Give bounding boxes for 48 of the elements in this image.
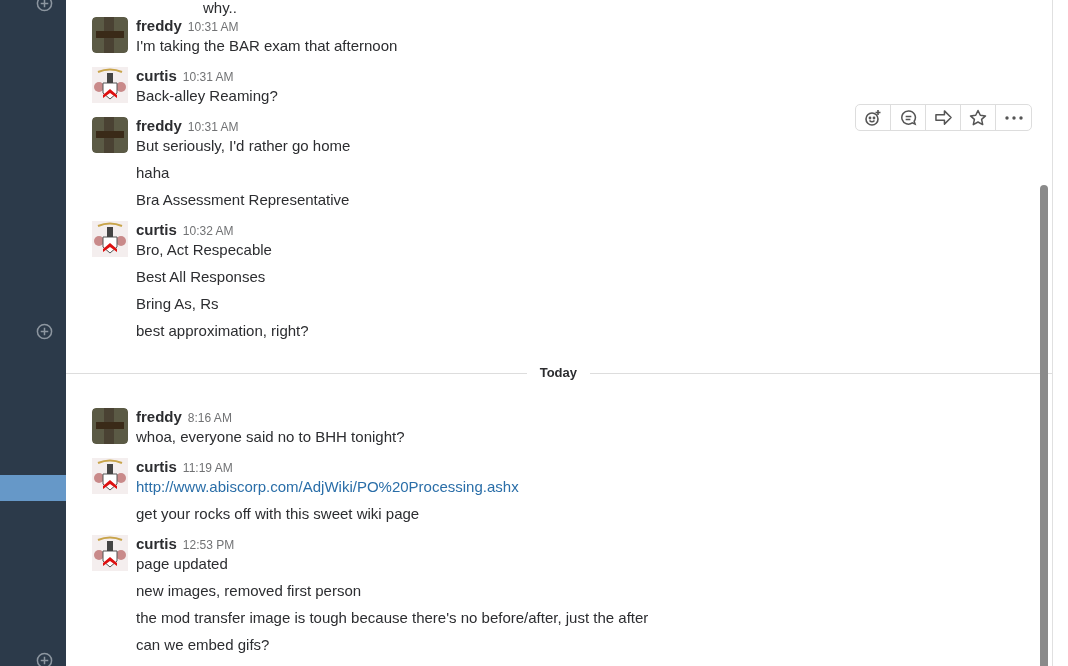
author-name[interactable]: freddy (136, 408, 182, 426)
message-text: Back-alley Reaming? (136, 86, 278, 106)
message-link[interactable]: http://www.abiscorp.com/AdjWiki/PO%20Processing.ashx (136, 476, 519, 498)
author-name[interactable]: curtis (136, 67, 177, 85)
message-text: can we embed gifs? (136, 635, 271, 655)
message-text: Bring As, Rs (136, 294, 220, 314)
scrollbar[interactable] (1040, 185, 1048, 666)
message-text: new images, removed first person (136, 581, 363, 601)
message-time[interactable]: 10:31 AM (187, 118, 239, 136)
message-time[interactable]: 10:31 AM (182, 68, 234, 86)
message-text: Bro, Act Respecable (136, 240, 273, 260)
crest-avatar (92, 67, 128, 103)
author-name[interactable]: curtis (136, 458, 177, 476)
message-text: But seriously, I'd rather go home (136, 136, 351, 156)
share-arrow-icon (933, 109, 953, 126)
crest-avatar (92, 535, 128, 571)
message-text: page updated (136, 554, 229, 574)
message-time[interactable]: 10:31 AM (187, 18, 239, 36)
add-icon[interactable] (36, 652, 53, 666)
message-text: Best All Responses (136, 267, 267, 287)
message-text: whoa, everyone said no to BHH tonight? (136, 427, 405, 447)
add-reaction-icon (864, 108, 882, 127)
author-name[interactable]: freddy (136, 117, 182, 135)
add-icon[interactable] (36, 0, 53, 12)
add-icon[interactable] (36, 323, 53, 340)
photo-placeholder (92, 17, 128, 53)
message-text: I'm taking the BAR exam that afternoon (136, 36, 398, 56)
message-text: best approximation, right? (136, 321, 309, 341)
date-divider-label: Today (538, 364, 578, 383)
star-icon (969, 108, 987, 127)
author-name[interactable]: curtis (136, 221, 177, 239)
message-time[interactable]: 10:32 AM (182, 222, 234, 240)
more-icon (1004, 115, 1023, 120)
message-text: the mod transfer image is tough because there's no before/after, just the after (136, 608, 649, 628)
message-time[interactable]: 12:53 PM (182, 536, 235, 554)
message-time[interactable]: 11:19 AM (182, 459, 233, 477)
photo-placeholder (92, 117, 128, 153)
crest-avatar (92, 221, 128, 257)
photo-placeholder (92, 408, 128, 444)
message-text: Bra Assessment Representative (136, 190, 351, 210)
crest-avatar (92, 458, 128, 494)
message-text: get your rocks off with this sweet wiki page (136, 504, 421, 524)
message-time[interactable]: 8:16 AM (187, 409, 232, 427)
message-text: haha (136, 163, 171, 183)
author-name[interactable]: curtis (136, 535, 177, 553)
message-text: why.. (202, 0, 238, 17)
author-name[interactable]: freddy (136, 17, 182, 35)
comment-icon (899, 109, 917, 126)
